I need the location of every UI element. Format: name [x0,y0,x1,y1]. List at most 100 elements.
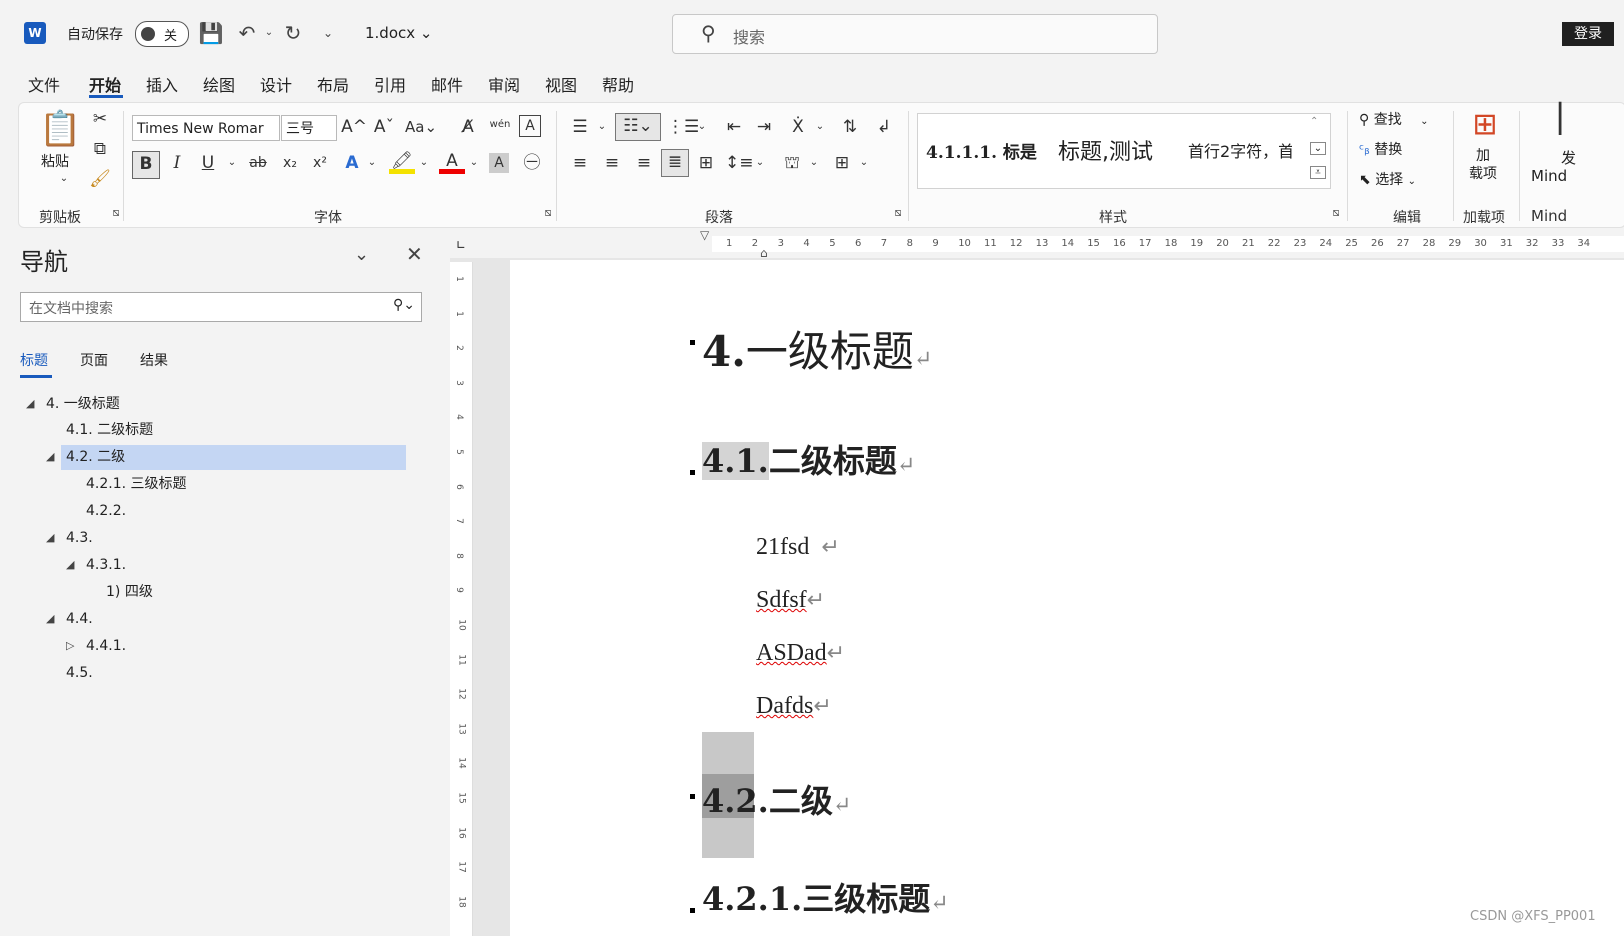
increase-indent-icon[interactable]: ⇥ [751,115,777,141]
doc-heading-2[interactable]: 4.2.二级↵ [702,776,851,822]
nav-heading-item[interactable]: 4.5. [66,661,93,685]
addins-button-label[interactable]: 加 载项 [1469,147,1497,183]
strikethrough-button[interactable]: ab [245,151,271,177]
multilevel-dropdown-icon[interactable]: ⌄ [689,115,715,141]
borders-dropdown-icon[interactable]: ⌄ [851,151,877,177]
nav-heading-item[interactable]: 4. 一级标题 [46,392,120,416]
search-box[interactable]: ⚲ 搜索 [672,14,1158,54]
hanging-indent-marker-icon[interactable]: ⌂ [760,246,768,260]
enclose-characters-icon[interactable]: ㊀ [519,151,545,177]
mind-top-label[interactable]: 发 [1561,147,1576,168]
align-center-icon[interactable]: ≡ [599,151,625,177]
nav-search-icon[interactable]: ⚲⌄ [393,297,415,313]
find-button[interactable]: ⚲ 查找 ⌄ [1359,109,1429,129]
bullets-dropdown-icon[interactable]: ⌄ [589,115,615,141]
mind-button-label[interactable]: Mind [1531,167,1567,185]
nav-heading-item[interactable]: 4.1. 二级标题 [66,418,153,442]
nav-tab-headings[interactable]: 标题 [20,350,48,370]
tab-selector-icon[interactable]: ∟ [456,238,466,252]
nav-heading-item-selected[interactable]: 4.2. 二级 [66,445,125,469]
nav-search-input[interactable]: 在文档中搜索 ⚲⌄ [20,292,422,322]
paste-dropdown-icon[interactable]: ⌄ [51,167,77,193]
redo-icon[interactable]: ↻ [280,20,306,46]
show-marks-icon[interactable]: ↲ [871,115,897,141]
save-icon[interactable]: 💾 [198,20,224,46]
nav-heading-item[interactable]: 4.3.1. [86,553,126,577]
underline-dropdown-icon[interactable]: ⌄ [219,151,245,177]
tab-references[interactable]: 引用 [374,72,406,96]
shrink-font-icon[interactable]: Aˇ [371,115,397,141]
font-size-dropdown[interactable]: 三号 [281,115,337,141]
nav-heading-item[interactable]: 4.2.2. [86,499,126,523]
align-right-icon[interactable]: ≡ [631,151,657,177]
select-button[interactable]: ⬉ 选择 ⌄ [1359,169,1416,189]
doc-paragraph[interactable]: Sdfsf↵ [756,587,825,614]
character-border-icon[interactable]: A [519,115,541,137]
nav-collapse-icon[interactable]: ◢ [46,607,54,631]
filename-button[interactable]: 1.docx ⌄ [365,24,432,42]
nav-expand-icon[interactable]: ▷ [66,634,74,658]
replace-button[interactable]: ᶜᵦ 替换 [1359,139,1402,159]
phonetic-guide-icon[interactable]: wén [487,113,513,139]
nav-heading-item[interactable]: 4.4.1. [86,634,126,658]
nav-collapse-icon[interactable]: ◢ [26,392,34,416]
paste-icon[interactable]: 📋 [39,109,81,149]
copy-icon[interactable]: ⧉ [87,137,113,163]
tab-view[interactable]: 视图 [545,72,577,96]
style-item-indent[interactable]: 首行2字符，首 [1188,138,1292,162]
nav-heading-item[interactable]: 4.2.1. 三级标题 [86,472,187,496]
character-shading-icon[interactable]: A [489,153,509,173]
nav-tab-results[interactable]: 结果 [140,350,168,370]
doc-paragraph[interactable]: Dafds↵ [756,693,832,720]
cut-icon[interactable]: ✂ [87,107,113,133]
nav-heading-item[interactable]: 1) 四级 [106,580,153,604]
find-dropdown-icon[interactable]: ⌄ [1420,116,1428,127]
subscript-button[interactable]: x₂ [277,151,303,177]
numbering-button[interactable]: ☷⌄ [615,113,661,141]
underline-button[interactable]: U [195,151,221,177]
change-case-button[interactable]: Aa⌄ [403,115,439,141]
nav-options-chevron-icon[interactable]: ⌄ [354,244,369,265]
addins-icon[interactable]: ⊞ [1467,107,1503,143]
doc-heading-1[interactable]: 4.一级标题↵ [702,318,932,379]
undo-dropdown-icon[interactable]: ⌄ [256,20,282,46]
superscript-button[interactable]: x² [307,151,333,177]
align-left-icon[interactable]: ≡ [567,151,593,177]
style-item-heading4[interactable]: 4.1.1.1. 标是 [926,138,1037,163]
mind-icon[interactable]: ▏ [1559,105,1581,133]
nav-tab-pages[interactable]: 页面 [80,350,108,370]
nav-collapse-icon[interactable]: ◢ [66,553,74,577]
styles-expand-icon[interactable]: ⩡ [1310,166,1326,179]
tab-review[interactable]: 审阅 [488,72,520,96]
nav-heading-item[interactable]: 4.4. [66,607,93,631]
italic-button[interactable]: I [164,151,190,177]
highlight-dropdown-icon[interactable]: ⌄ [411,151,437,177]
first-line-indent-marker-icon[interactable]: ▽ [700,228,709,242]
styles-launcher-icon[interactable]: ⧅ [1323,201,1349,227]
clipboard-launcher-icon[interactable]: ⧅ [103,201,129,227]
distributed-icon[interactable]: ⊞ [693,151,719,177]
doc-heading-2[interactable]: 4.1.二级标题↵ [702,436,915,482]
bold-button[interactable]: B [132,151,160,179]
shading-dropdown-icon[interactable]: ⌄ [801,151,827,177]
sort-icon[interactable]: ⇅ [837,115,863,141]
autosave-toggle[interactable]: 关 [135,21,189,47]
nav-collapse-icon[interactable]: ◢ [46,445,54,469]
tab-design[interactable]: 设计 [260,72,292,96]
tab-mailings[interactable]: 邮件 [431,72,463,96]
line-spacing-dropdown-icon[interactable]: ⌄ [747,151,773,177]
grow-font-icon[interactable]: A^ [341,115,367,141]
style-item-heading-test[interactable]: 标题,测试 [1058,134,1153,166]
font-launcher-icon[interactable]: ⧅ [535,201,561,227]
styles-scroll-down-icon[interactable]: ⌄ [1310,142,1326,155]
doc-heading-3[interactable]: 4.2.1.三级标题↵ [702,874,949,920]
nav-collapse-icon[interactable]: ◢ [46,526,54,550]
tab-insert[interactable]: 插入 [146,72,178,96]
text-effects-dropdown-icon[interactable]: ⌄ [359,151,385,177]
styles-scroll-up-icon[interactable]: ⌃ [1310,116,1318,127]
nav-close-icon[interactable]: ✕ [406,242,423,266]
doc-paragraph[interactable]: ASDad↵ [756,640,845,667]
format-painter-icon[interactable]: 🖌 [87,167,113,193]
customize-toolbar-icon[interactable]: ⌄ [315,20,341,46]
clear-format-icon[interactable]: A̸ [455,115,481,141]
